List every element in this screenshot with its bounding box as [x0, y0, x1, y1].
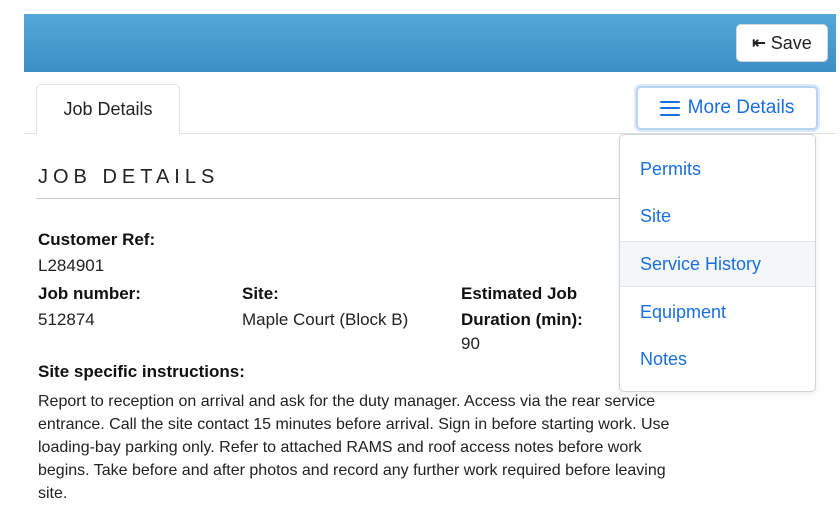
job-page: ⇤ Save Job Details JOB DETAILS Customer … — [24, 14, 836, 520]
dropdown-item-permits[interactable]: Permits — [620, 146, 815, 192]
job-number-value: 512874 — [38, 310, 95, 329]
dropdown-item-equipment[interactable]: Equipment — [620, 289, 815, 335]
dropdown-item-site[interactable]: Site — [620, 193, 815, 239]
duration-value: 90 — [461, 334, 480, 353]
section-divider — [36, 198, 620, 199]
site-value: Maple Court (Block B) — [242, 310, 409, 329]
job-number-label: Job number: — [38, 284, 141, 303]
dropdown-item-notes[interactable]: Notes — [620, 336, 815, 382]
save-back-arrow-icon: ⇤ — [752, 35, 765, 52]
duration-label-line1: Estimated Job — [461, 284, 578, 303]
instructions-label: Site specific instructions: — [38, 362, 245, 381]
more-details-dropdown: Permits Site Service History Equipment N… — [619, 134, 816, 392]
more-details-label: More Details — [687, 97, 795, 118]
dropdown-item-service-history[interactable]: Service History — [620, 241, 815, 287]
customer-ref-label: Customer Ref: — [38, 230, 156, 249]
save-button[interactable]: ⇤ Save — [736, 24, 828, 62]
tab-job-details[interactable]: Job Details — [36, 84, 180, 135]
site-label: Site: — [242, 284, 279, 303]
save-label: Save — [770, 32, 812, 53]
customer-ref-value: L284901 — [38, 256, 105, 275]
instructions-text: Report to reception on arrival and ask f… — [38, 393, 670, 502]
top-bar: ⇤ Save — [24, 14, 836, 72]
hamburger-menu-icon — [659, 100, 680, 116]
duration-label-line2: Duration (min): — [461, 310, 583, 329]
more-details-button[interactable]: More Details — [636, 86, 818, 130]
section-title: JOB DETAILS — [38, 166, 220, 188]
